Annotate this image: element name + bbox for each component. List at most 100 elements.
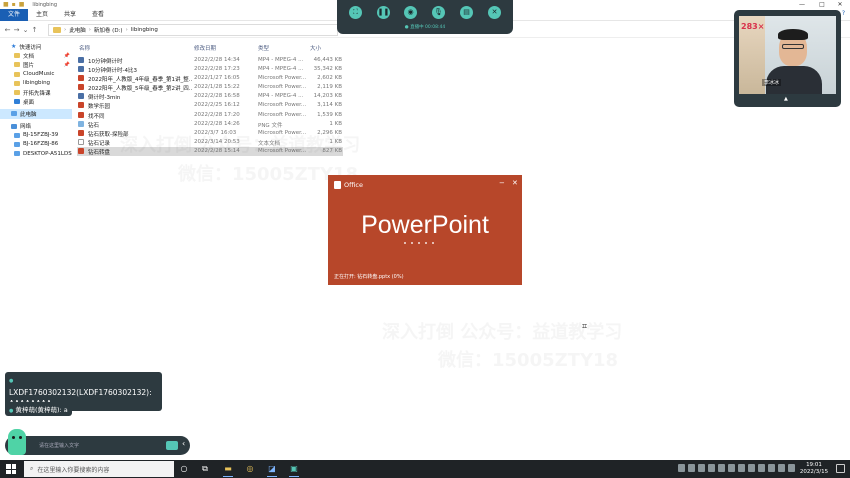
folder-icon xyxy=(14,62,20,68)
start-button[interactable] xyxy=(6,464,16,474)
screenshot-button[interactable]: ⛶ xyxy=(349,6,362,19)
tray-icon[interactable] xyxy=(768,464,775,472)
task-view-icon[interactable]: ⧉ xyxy=(199,463,211,475)
file-row[interactable]: 2022阳年_人教版_4年级_春季_第1讲_整... 2022/1/27 16:0… xyxy=(77,73,343,83)
pc-icon xyxy=(11,111,17,117)
tray-icon[interactable] xyxy=(718,464,725,472)
up-button[interactable]: ↑ xyxy=(30,26,39,34)
whiteboard-button[interactable]: ▤ xyxy=(460,6,473,19)
toolbar-close-button[interactable]: ✕ xyxy=(488,6,501,19)
tray-icon[interactable] xyxy=(708,464,715,472)
taskbar-search[interactable]: ⌕ 在这里输入你要搜索的内容 xyxy=(24,461,174,477)
send-button[interactable] xyxy=(166,441,178,450)
breadcrumb-libingbing[interactable]: libingbing xyxy=(131,27,158,33)
speaker-icon: ● xyxy=(9,378,14,384)
file-row[interactable]: 10分钟倒计时-4比3 2022/2/28 17:23 MP4 - MPEG-4 .… xyxy=(77,64,343,74)
file-row[interactable]: 钻石 2022/2/28 14:26 PNG 文件 1 KB xyxy=(77,119,343,129)
nav-item-documents[interactable]: 文档 📌 xyxy=(0,51,72,60)
tray-icon[interactable] xyxy=(678,464,685,472)
file-date: 2022/1/27 16:05 xyxy=(194,74,240,81)
microphone-button[interactable]: 🎙 xyxy=(432,6,445,19)
breadcrumb-this-pc[interactable]: 此电脑 xyxy=(69,26,86,34)
folder-icon xyxy=(14,90,20,96)
nav-item-quick-access[interactable]: ★ 快速访问 xyxy=(0,42,72,51)
file-row[interactable]: 倒计时-3min 2022/2/28 16:58 MP4 - MPEG-4 ... 1… xyxy=(77,92,343,101)
recent-locations-button[interactable]: ⌄ xyxy=(21,26,30,34)
column-name[interactable]: 名称 xyxy=(79,44,90,52)
chat-toggle-icon[interactable]: ‹ xyxy=(182,439,185,448)
close-button[interactable]: ✕ xyxy=(830,0,850,9)
help-icon[interactable]: ? xyxy=(842,10,845,17)
computer-icon xyxy=(14,151,20,157)
nav-item-computer-2[interactable]: BJ-16FZBJ-86 xyxy=(0,140,72,149)
file-row[interactable]: 数学乐园 2022/2/25 16:12 Microsoft Power... 3,1… xyxy=(77,101,343,110)
tab-home[interactable]: 主页 xyxy=(28,9,56,21)
notification-icon[interactable] xyxy=(836,464,845,473)
app-icon[interactable]: ◪ xyxy=(266,463,278,477)
column-type[interactable]: 类型 xyxy=(258,44,269,52)
splash-minimize-button[interactable]: − xyxy=(499,179,505,187)
new-folder-icon[interactable]: ■ xyxy=(19,1,25,8)
tray-icon[interactable] xyxy=(698,464,705,472)
tray-icon[interactable] xyxy=(788,464,795,472)
folder-icon xyxy=(14,80,20,86)
live-app-icon[interactable]: ▣ xyxy=(288,463,300,477)
file-date: 2022/2/28 17:20 xyxy=(194,111,240,118)
system-tray xyxy=(678,464,795,472)
column-size[interactable]: 大小 xyxy=(310,44,321,52)
collapse-icon[interactable]: ▲ xyxy=(784,96,788,102)
nav-item-computer-1[interactable]: BJ-15FZBJ-39 xyxy=(0,131,72,140)
mouse-cursor-icon: ⌗ xyxy=(582,322,588,332)
file-size: 46,443 KB xyxy=(313,56,342,63)
file-explorer-icon[interactable]: ▬ xyxy=(222,463,234,477)
splash-close-button[interactable]: ✕ xyxy=(512,179,518,187)
nav-item-pictures[interactable]: 图片 📌 xyxy=(0,60,72,69)
nav-item-libingbing[interactable]: libingbing xyxy=(0,79,72,88)
address-bar[interactable]: › 此电脑 › 新加卷 (D:) › libingbing xyxy=(48,24,338,36)
nav-item-this-pc[interactable]: 此电脑 xyxy=(0,109,72,119)
ppt-file-icon xyxy=(78,148,84,155)
nav-item-cloudmusic[interactable]: CloudMusic xyxy=(0,70,72,79)
tray-icon[interactable] xyxy=(748,464,755,472)
taskbar: ⌕ 在这里输入你要搜索的内容 ○ ⧉ ▬ ◎ ◪ ▣ 19:01 2022/3/… xyxy=(0,460,850,478)
nav-item-pioneer-class[interactable]: 开拓先锋课 xyxy=(0,88,72,97)
nav-item-network[interactable]: 网络 xyxy=(0,122,72,131)
folder-icon[interactable]: ■ xyxy=(3,1,9,8)
breadcrumb-drive-d[interactable]: 新加卷 (D:) xyxy=(94,26,123,34)
column-date[interactable]: 修改日期 xyxy=(194,44,216,52)
taskbar-clock[interactable]: 19:01 2022/3/15 xyxy=(796,462,832,476)
cortana-icon[interactable]: ○ xyxy=(178,463,190,475)
search-input[interactable]: 在这里输入你要搜索的内容 xyxy=(37,465,109,474)
nav-item-computer-3[interactable]: DESKTOP-A51LDS xyxy=(0,149,72,158)
minimize-button[interactable]: — xyxy=(792,0,812,9)
maximize-button[interactable]: □ xyxy=(812,0,832,9)
webcam-panel[interactable]: 283× 李冰冰 ▲ xyxy=(734,10,841,107)
tab-file[interactable]: 文件 xyxy=(0,8,29,21)
window-title: libingbing xyxy=(32,1,58,8)
tab-share[interactable]: 共享 xyxy=(56,9,84,21)
file-size: 35,342 KB xyxy=(313,65,342,72)
tab-view[interactable]: 查看 xyxy=(84,9,112,21)
file-row[interactable]: 2022阳年_人教版_5年级_春季_第2讲_四... 2022/1/28 15:2… xyxy=(77,83,343,92)
properties-icon[interactable]: ▪ xyxy=(12,1,16,8)
tray-icon[interactable] xyxy=(728,464,735,472)
browser-icon[interactable]: ◎ xyxy=(244,463,256,475)
tray-icon[interactable] xyxy=(688,464,695,472)
tray-icon[interactable] xyxy=(738,464,745,472)
watermark-line: 深入打倒 公众号：益道教学习 xyxy=(120,135,361,156)
tray-icon[interactable] xyxy=(778,464,785,472)
powerpoint-splash: Office − ✕ PowerPoint 正在打开: 钻石转盘.pptx (0… xyxy=(328,175,522,285)
forward-button[interactable]: → xyxy=(12,26,21,34)
chat-input[interactable]: 请在这里输入文字 xyxy=(39,442,79,449)
back-button[interactable]: ← xyxy=(3,26,12,34)
file-row[interactable]: 找不同 2022/2/28 17:20 Microsoft Power... 1,53… xyxy=(77,110,343,120)
folder-icon xyxy=(14,53,20,59)
pause-button[interactable]: ❚❚ xyxy=(377,6,390,19)
nav-item-desktop[interactable]: 桌面 xyxy=(0,97,72,106)
camera-button[interactable]: ◉ xyxy=(404,6,417,19)
mascot-icon xyxy=(8,429,26,455)
file-size: 1,539 KB xyxy=(317,111,342,118)
tray-icon[interactable] xyxy=(758,464,765,472)
chat-input-bar[interactable]: 请在这里输入文字 ‹ xyxy=(5,436,190,455)
file-row[interactable]: 10分钟倒计时 2022/2/28 14:34 MP4 - MPEG-4 ... 46… xyxy=(77,55,343,65)
